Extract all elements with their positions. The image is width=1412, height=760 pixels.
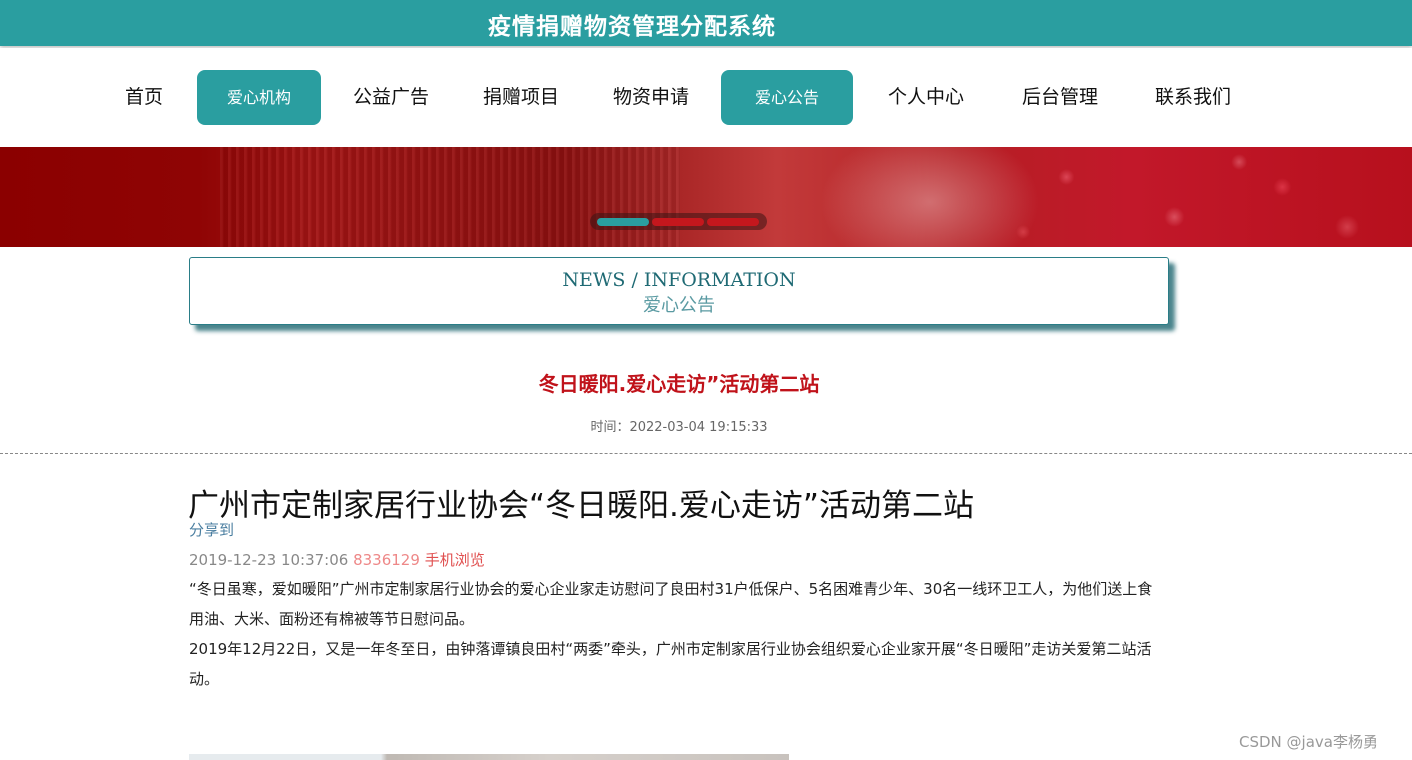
section-title-english: NEWS / INFORMATION (562, 269, 796, 291)
nav-item-charity-notice[interactable]: 爱心公告 (721, 70, 853, 125)
carousel-indicator-track (590, 213, 767, 230)
site-title: 疫情捐赠物资管理分配系统 (488, 14, 776, 40)
nav-item-donation-projects[interactable]: 捐赠项目 (471, 70, 571, 125)
section-title-box: NEWS / INFORMATION 爱心公告 (189, 257, 1169, 325)
nav-item-home[interactable]: 首页 (108, 70, 180, 125)
article-meta: 2019-12-23 10:37:06 8336129 手机浏览 (189, 549, 485, 570)
notice-time-label: 时间： (590, 420, 630, 435)
top-header-bar: 疫情捐赠物资管理分配系统 (0, 0, 1412, 46)
article-title: 广州市定制家居行业协会“冬日暖阳.爱心走访”活动第二站 (188, 488, 974, 524)
carousel-dot-2[interactable] (652, 218, 704, 226)
main-nav: 首页 爱心机构 公益广告 捐赠项目 物资申请 爱心公告 个人中心 后台管理 联系… (0, 48, 1412, 147)
article-paragraph-1: “冬日虽寒，爱如暖阳”广州市定制家居行业协会的爱心企业家走访慰问了良田村31户低… (189, 580, 1153, 628)
article-views: 8336129 (353, 551, 420, 569)
share-link[interactable]: 分享到 (189, 519, 234, 540)
nav-item-admin[interactable]: 后台管理 (1010, 70, 1110, 125)
carousel-dot-3[interactable] (707, 218, 759, 226)
nav-item-charity-org[interactable]: 爱心机构 (197, 70, 321, 125)
notice-time-value: 2022-03-04 19:15:33 (629, 420, 768, 435)
section-title-chinese: 爱心公告 (643, 295, 715, 316)
banner-carousel[interactable] (0, 147, 1412, 247)
notice-time: 时间：2022-03-04 19:15:33 (0, 416, 1358, 435)
csdn-watermark: CSDN @java李杨勇 (1239, 733, 1378, 751)
article-paragraph-2: 2019年12月22日，又是一年冬至日，由钟落谭镇良田村“两委”牵头，广州市定制… (189, 640, 1152, 688)
nav-item-public-ads[interactable]: 公益广告 (341, 70, 441, 125)
nav-item-supply-request[interactable]: 物资申请 (601, 70, 701, 125)
nav-item-personal-center[interactable]: 个人中心 (876, 70, 976, 125)
article-date: 2019-12-23 10:37:06 (189, 551, 349, 569)
dashed-divider (0, 453, 1412, 454)
carousel-dot-1[interactable] (597, 218, 649, 226)
nav-item-contact[interactable]: 联系我们 (1143, 70, 1243, 125)
notice-title: 冬日暖阳.爱心走访”活动第二站 (538, 372, 820, 396)
banner-curtain-stripes (220, 147, 680, 247)
mobile-view-link[interactable]: 手机浏览 (425, 551, 485, 569)
banner-sparkle (980, 147, 1412, 247)
article-image (189, 754, 789, 760)
